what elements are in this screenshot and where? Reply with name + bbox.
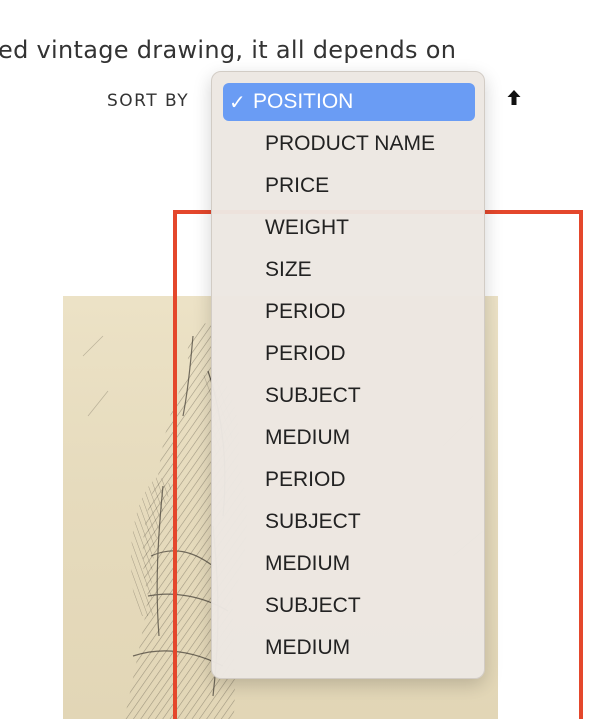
sort-option-weight[interactable]: WEIGHT bbox=[223, 209, 475, 247]
sort-option-label: PRODUCT NAME bbox=[265, 132, 435, 155]
sort-option-label: SUBJECT bbox=[265, 510, 361, 533]
sort-option-subject[interactable]: SUBJECT bbox=[223, 377, 475, 415]
sort-option-medium[interactable]: MEDIUM bbox=[223, 629, 475, 667]
sort-option-label: PERIOD bbox=[265, 300, 346, 323]
sort-option-label: MEDIUM bbox=[265, 636, 351, 659]
sort-option-label: SUBJECT bbox=[265, 384, 361, 407]
sort-option-size[interactable]: SIZE bbox=[223, 251, 475, 289]
intro-text: ed vintage drawing, it all depends on bbox=[0, 36, 457, 64]
checkmark-icon: ✓ bbox=[229, 91, 246, 114]
sort-option-subject[interactable]: SUBJECT bbox=[223, 503, 475, 541]
sort-direction-button[interactable] bbox=[502, 86, 526, 110]
sort-option-position[interactable]: ✓ POSITION bbox=[223, 83, 475, 121]
sort-option-label: POSITION bbox=[253, 90, 354, 113]
sort-option-label: WEIGHT bbox=[265, 216, 349, 239]
sort-option-label: MEDIUM bbox=[265, 426, 351, 449]
sort-option-label: PERIOD bbox=[265, 342, 346, 365]
sort-option-medium[interactable]: MEDIUM bbox=[223, 419, 475, 457]
sort-option-label: PRICE bbox=[265, 174, 330, 197]
sort-option-label: PERIOD bbox=[265, 468, 346, 491]
sort-option-product-name[interactable]: PRODUCT NAME bbox=[223, 125, 475, 163]
page: ed vintage drawing, it all depends on SO… bbox=[0, 0, 595, 719]
sort-by-label: SORT BY bbox=[107, 91, 190, 111]
sort-option-label: SIZE bbox=[265, 258, 312, 281]
sort-option-period[interactable]: PERIOD bbox=[223, 293, 475, 331]
sort-option-medium[interactable]: MEDIUM bbox=[223, 545, 475, 583]
sort-option-subject[interactable]: SUBJECT bbox=[223, 587, 475, 625]
sort-dropdown-menu[interactable]: ✓ POSITION PRODUCT NAME PRICE WEIGHT SIZ… bbox=[211, 71, 485, 679]
sort-option-price[interactable]: PRICE bbox=[223, 167, 475, 205]
sort-option-label: MEDIUM bbox=[265, 552, 351, 575]
sort-option-period[interactable]: PERIOD bbox=[223, 461, 475, 499]
sort-option-label: SUBJECT bbox=[265, 594, 361, 617]
arrow-up-icon bbox=[507, 90, 521, 105]
sort-option-period[interactable]: PERIOD bbox=[223, 335, 475, 373]
